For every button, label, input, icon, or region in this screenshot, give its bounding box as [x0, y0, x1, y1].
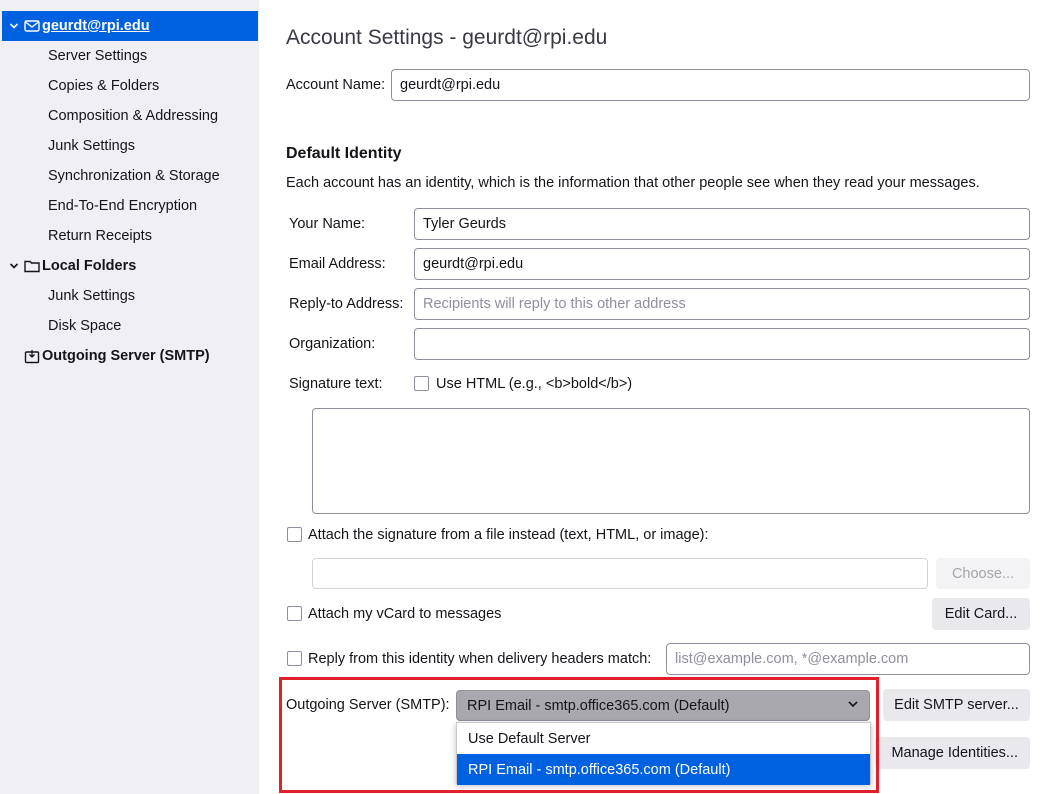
envelope-icon	[24, 18, 40, 34]
reply-to-placeholder: Recipients will reply to this other addr…	[423, 296, 686, 312]
tree-item-label: Server Settings	[48, 48, 148, 64]
tree-item-local-junk[interactable]: Junk Settings	[2, 281, 258, 311]
highlight-box	[279, 677, 879, 793]
tree-item-label: Copies & Folders	[48, 78, 160, 94]
tree-item-sync-storage[interactable]: Synchronization & Storage	[2, 161, 258, 191]
signature-text-label: Signature text:	[289, 376, 383, 392]
signature-textarea[interactable]	[312, 408, 1030, 514]
organization-input[interactable]	[414, 328, 1030, 360]
tree-item-junk-settings[interactable]: Junk Settings	[2, 131, 258, 161]
your-name-value: Tyler Geurds	[423, 216, 506, 232]
attach-signature-label: Attach the signature from a file instead…	[308, 527, 709, 543]
account-name-value: geurdt@rpi.edu	[400, 77, 501, 93]
email-address-value: geurdt@rpi.edu	[423, 256, 524, 272]
edit-smtp-server-button[interactable]: Edit SMTP server...	[883, 689, 1030, 721]
manage-identities-button[interactable]: Manage Identities...	[875, 737, 1030, 769]
tree-account-geurdt[interactable]: geurdt@rpi.edu	[2, 11, 258, 41]
signature-file-input[interactable]	[312, 558, 928, 589]
attach-vcard-label: Attach my vCard to messages	[308, 606, 502, 622]
folder-icon	[24, 258, 40, 274]
attach-vcard-checkbox[interactable]	[287, 606, 302, 621]
chevron-down-icon[interactable]	[8, 21, 20, 31]
edit-card-button[interactable]: Edit Card...	[932, 598, 1030, 630]
your-name-label: Your Name:	[289, 216, 366, 232]
tree-item-copies-folders[interactable]: Copies & Folders	[2, 71, 258, 101]
tree-item-label: Composition & Addressing	[48, 108, 219, 124]
tree-item-disk-space[interactable]: Disk Space	[2, 311, 258, 341]
tree-item-label: Disk Space	[48, 318, 122, 334]
tree-item-e2e-encryption[interactable]: End-To-End Encryption	[2, 191, 258, 221]
tree-item-label: Synchronization & Storage	[48, 168, 220, 184]
account-name-input[interactable]: geurdt@rpi.edu	[391, 69, 1030, 101]
account-tree-sidebar: geurdt@rpi.edu Server Settings Copies & …	[0, 0, 259, 794]
your-name-input[interactable]: Tyler Geurds	[414, 208, 1030, 240]
reply-from-identity-label: Reply from this identity when delivery h…	[308, 651, 652, 667]
choose-file-button[interactable]: Choose...	[936, 558, 1030, 589]
tree-item-label: Junk Settings	[48, 288, 136, 304]
delivery-headers-input[interactable]: list@example.com, *@example.com	[666, 643, 1030, 675]
tree-account-label: geurdt@rpi.edu	[42, 18, 150, 34]
chevron-down-icon[interactable]	[8, 261, 20, 271]
default-identity-heading: Default Identity	[286, 145, 402, 162]
organization-label: Organization:	[289, 336, 376, 352]
tree-local-folders[interactable]: Local Folders	[2, 251, 258, 281]
tree-item-label: End-To-End Encryption	[48, 198, 198, 214]
tree-outgoing-label: Outgoing Server (SMTP)	[42, 348, 210, 364]
tree-item-label: Return Receipts	[48, 228, 152, 244]
email-address-label: Email Address:	[289, 256, 386, 272]
email-address-input[interactable]: geurdt@rpi.edu	[414, 248, 1030, 280]
account-name-label: Account Name:	[286, 77, 386, 93]
reply-to-label: Reply-to Address:	[289, 296, 404, 312]
tree-item-server-settings[interactable]: Server Settings	[2, 41, 258, 71]
tree-item-return-receipts[interactable]: Return Receipts	[2, 221, 258, 251]
reply-from-identity-checkbox[interactable]	[287, 651, 302, 666]
tree-local-folders-label: Local Folders	[42, 258, 137, 274]
use-html-label: Use HTML (e.g., <b>bold</b>)	[436, 376, 633, 392]
tree-item-composition[interactable]: Composition & Addressing	[2, 101, 258, 131]
default-identity-description: Each account has an identity, which is t…	[286, 175, 980, 191]
outbox-icon	[24, 348, 40, 364]
tree-outgoing-server[interactable]: Outgoing Server (SMTP)	[2, 341, 258, 371]
delivery-headers-placeholder: list@example.com, *@example.com	[675, 651, 909, 667]
page-title: Account Settings - geurdt@rpi.edu	[286, 26, 608, 49]
reply-to-input[interactable]: Recipients will reply to this other addr…	[414, 288, 1030, 320]
attach-signature-checkbox[interactable]	[287, 527, 302, 542]
tree-item-label: Junk Settings	[48, 138, 136, 154]
use-html-checkbox[interactable]	[414, 376, 429, 391]
